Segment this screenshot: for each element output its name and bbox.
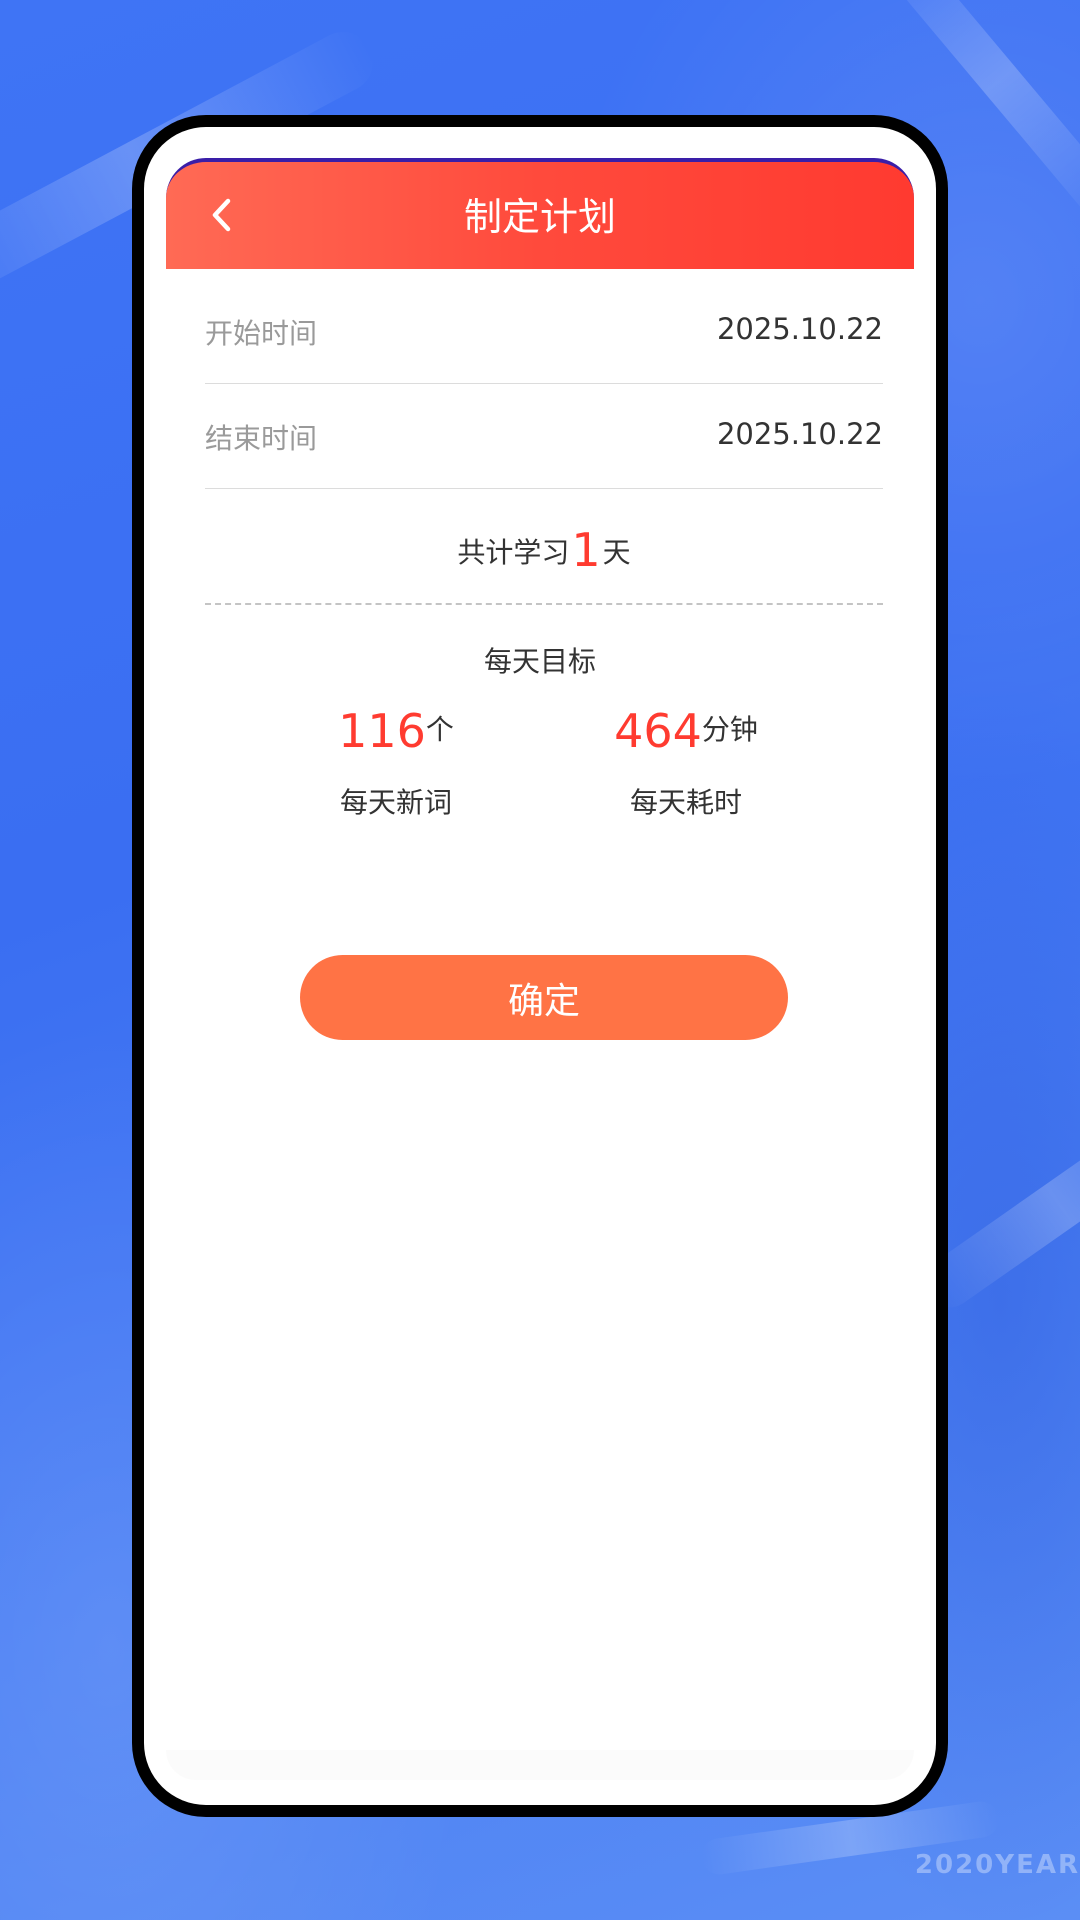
daily-words-stat: 116个 每天新词 bbox=[276, 702, 516, 821]
start-time-label: 开始时间 bbox=[205, 317, 318, 350]
daily-words-value: 116 bbox=[338, 704, 426, 758]
daily-time-value: 464 bbox=[614, 704, 702, 758]
daily-time-unit: 分钟 bbox=[701, 713, 758, 746]
total-suffix: 天 bbox=[602, 536, 631, 569]
end-time-value[interactable]: 2025.10.22 bbox=[717, 417, 883, 451]
bottom-bar bbox=[166, 1750, 914, 1780]
watermark: 2020YEAR bbox=[914, 1850, 1080, 1880]
daily-goal-title: 每天目标 bbox=[483, 645, 596, 678]
total-study-days: 共计学习1天 bbox=[205, 523, 883, 577]
daily-words-unit: 个 bbox=[425, 713, 454, 746]
start-time-value[interactable]: 2025.10.22 bbox=[717, 312, 883, 346]
page-title: 制定计划 bbox=[463, 195, 616, 239]
end-time-label: 结束时间 bbox=[205, 422, 318, 455]
total-days-value: 1 bbox=[571, 523, 601, 577]
daily-words-label: 每天新词 bbox=[339, 786, 452, 819]
phone-screen: 制定计划 开始时间 2025.10.22 结束时间 2025.10.22 共计学… bbox=[144, 127, 936, 1805]
daily-time-stat: 464分钟 每天耗时 bbox=[566, 702, 806, 821]
phone-frame: 制定计划 开始时间 2025.10.22 结束时间 2025.10.22 共计学… bbox=[132, 115, 948, 1817]
daily-time-label: 每天耗时 bbox=[629, 786, 742, 819]
total-prefix: 共计学习 bbox=[457, 536, 570, 569]
end-time-row[interactable]: 结束时间 2025.10.22 bbox=[205, 384, 883, 489]
confirm-button[interactable]: 确定 bbox=[300, 955, 788, 1040]
app-header: 制定计划 bbox=[166, 158, 914, 269]
dashed-divider bbox=[205, 603, 883, 605]
start-time-row[interactable]: 开始时间 2025.10.22 bbox=[205, 279, 883, 384]
